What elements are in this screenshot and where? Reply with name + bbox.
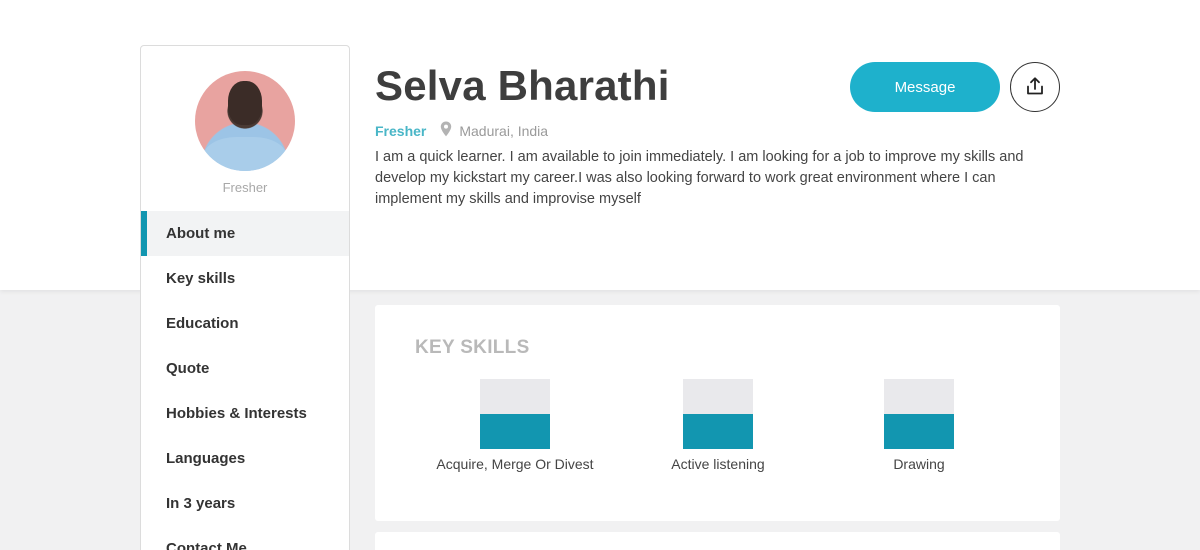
next-section-card: [375, 532, 1060, 550]
location-pin-icon: [440, 121, 452, 140]
avatar-face: [228, 81, 262, 125]
nav-item-in-3-years[interactable]: In 3 years: [141, 481, 349, 526]
skill-level-fill: [683, 414, 753, 449]
nav-item-key-skills[interactable]: Key skills: [141, 256, 349, 301]
skill-label: Acquire, Merge Or Divest: [436, 456, 594, 472]
skill-level-bar: [683, 379, 753, 449]
profile-role: Fresher: [375, 122, 427, 139]
avatar-shirt: [203, 137, 287, 171]
share-upload-icon: [1025, 76, 1045, 99]
skill-level-bar: [480, 379, 550, 449]
key-skills-card: KEY SKILLS Acquire, Merge Or Divest Acti…: [375, 305, 1060, 521]
nav-item-education[interactable]: Education: [141, 301, 349, 346]
skill-level-bar: [884, 379, 954, 449]
message-button[interactable]: Message: [850, 62, 1000, 112]
skill-label: Active listening: [671, 456, 765, 472]
nav-item-about-me[interactable]: About me: [141, 211, 349, 256]
section-nav: About me Key skills Education Quote Hobb…: [141, 211, 349, 550]
profile-location: Madurai, India: [459, 122, 549, 139]
profile-sidebar: Fresher About me Key skills Education Qu…: [140, 45, 350, 550]
sidebar-role-label: Fresher: [222, 180, 268, 195]
skill-item: Acquire, Merge Or Divest: [415, 379, 615, 472]
skill-level-fill: [480, 414, 550, 449]
skill-item: Drawing: [819, 379, 1019, 472]
nav-item-languages[interactable]: Languages: [141, 436, 349, 481]
nav-item-quote[interactable]: Quote: [141, 346, 349, 391]
avatar: [195, 71, 295, 171]
profile-name: Selva Bharathi: [375, 62, 670, 109]
skill-label: Drawing: [893, 456, 945, 472]
key-skills-title: KEY SKILLS: [415, 337, 530, 358]
share-button[interactable]: [1010, 62, 1060, 112]
nav-item-contact-me[interactable]: Contact Me: [141, 526, 349, 550]
profile-bio: I am a quick learner. I am available to …: [375, 149, 1024, 207]
nav-item-hobbies[interactable]: Hobbies & Interests: [141, 391, 349, 436]
profile-meta: Fresher Madurai, India: [375, 121, 548, 140]
skill-level-fill: [884, 414, 954, 449]
skill-item: Active listening: [618, 379, 818, 472]
